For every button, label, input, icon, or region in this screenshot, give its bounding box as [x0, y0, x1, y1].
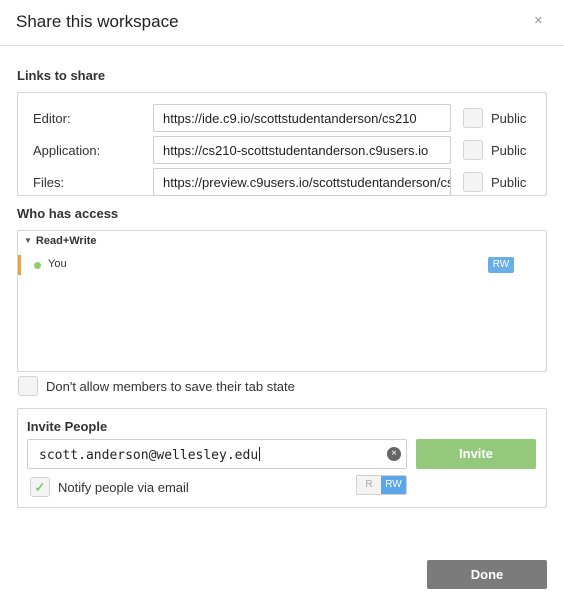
close-icon[interactable]: × [534, 13, 543, 29]
invite-heading: Invite People [27, 419, 108, 434]
done-button[interactable]: Done [427, 560, 547, 589]
link-label: Editor: [33, 111, 71, 126]
invite-email-input[interactable]: scott.anderson@wellesley.edu × [27, 439, 407, 469]
permission-toggle: R RW [356, 475, 407, 495]
public-label: Public [491, 175, 527, 190]
member-name: You [48, 258, 67, 270]
tab-state-checkbox[interactable] [18, 376, 38, 396]
application-url-field[interactable]: https://cs210-scottstudentanderson.c9use… [153, 136, 451, 164]
access-heading: Who has access [17, 206, 119, 221]
invite-button[interactable]: Invite [416, 439, 536, 469]
editor-public-checkbox[interactable] [463, 108, 483, 128]
text-caret [259, 447, 261, 461]
triangle-down-icon[interactable]: ▼ [24, 236, 32, 245]
invite-email-value: scott.anderson@wellesley.edu [39, 448, 259, 463]
link-row-application: Application: https://cs210-scottstudenta… [18, 136, 546, 164]
permission-read-write-option[interactable]: RW [381, 476, 406, 494]
tab-state-label: Don't allow members to save their tab st… [46, 379, 295, 394]
notify-email-label: Notify people via email [58, 480, 189, 495]
member-row[interactable]: You RW [18, 255, 546, 275]
editor-url-field[interactable]: https://ide.c9.io/scottstudentanderson/c… [153, 104, 451, 132]
notify-email-checkbox[interactable]: ✓ [30, 477, 50, 497]
link-row-files: Files: https://preview.c9users.io/scotts… [18, 168, 546, 196]
public-label: Public [491, 111, 527, 126]
dialog-header: Share this workspace × [0, 0, 564, 46]
link-label: Application: [33, 143, 101, 158]
link-label: Files: [33, 175, 65, 190]
permission-read-option[interactable]: R [357, 476, 381, 494]
group-header-read-write[interactable]: ▼ Read+Write [24, 235, 97, 247]
online-status-icon [34, 262, 41, 269]
dialog-title: Share this workspace [16, 12, 179, 31]
invite-panel: Invite People scott.anderson@wellesley.e… [17, 408, 547, 508]
public-label: Public [491, 143, 527, 158]
permission-badge[interactable]: RW [488, 257, 514, 273]
group-label: Read+Write [35, 235, 97, 247]
application-public-checkbox[interactable] [463, 140, 483, 160]
files-url-field[interactable]: https://preview.c9users.io/scottstudenta… [153, 168, 451, 196]
link-row-editor: Editor: https://ide.c9.io/scottstudentan… [18, 104, 546, 132]
links-panel: Editor: https://ide.c9.io/scottstudentan… [17, 92, 547, 196]
clear-input-icon[interactable]: × [387, 447, 401, 461]
files-public-checkbox[interactable] [463, 172, 483, 192]
access-list: ▼ Read+Write You RW [17, 230, 547, 372]
share-dialog: Share this workspace × Links to share Ed… [0, 0, 564, 608]
links-heading: Links to share [17, 68, 106, 83]
owner-indicator-bar [18, 255, 21, 275]
